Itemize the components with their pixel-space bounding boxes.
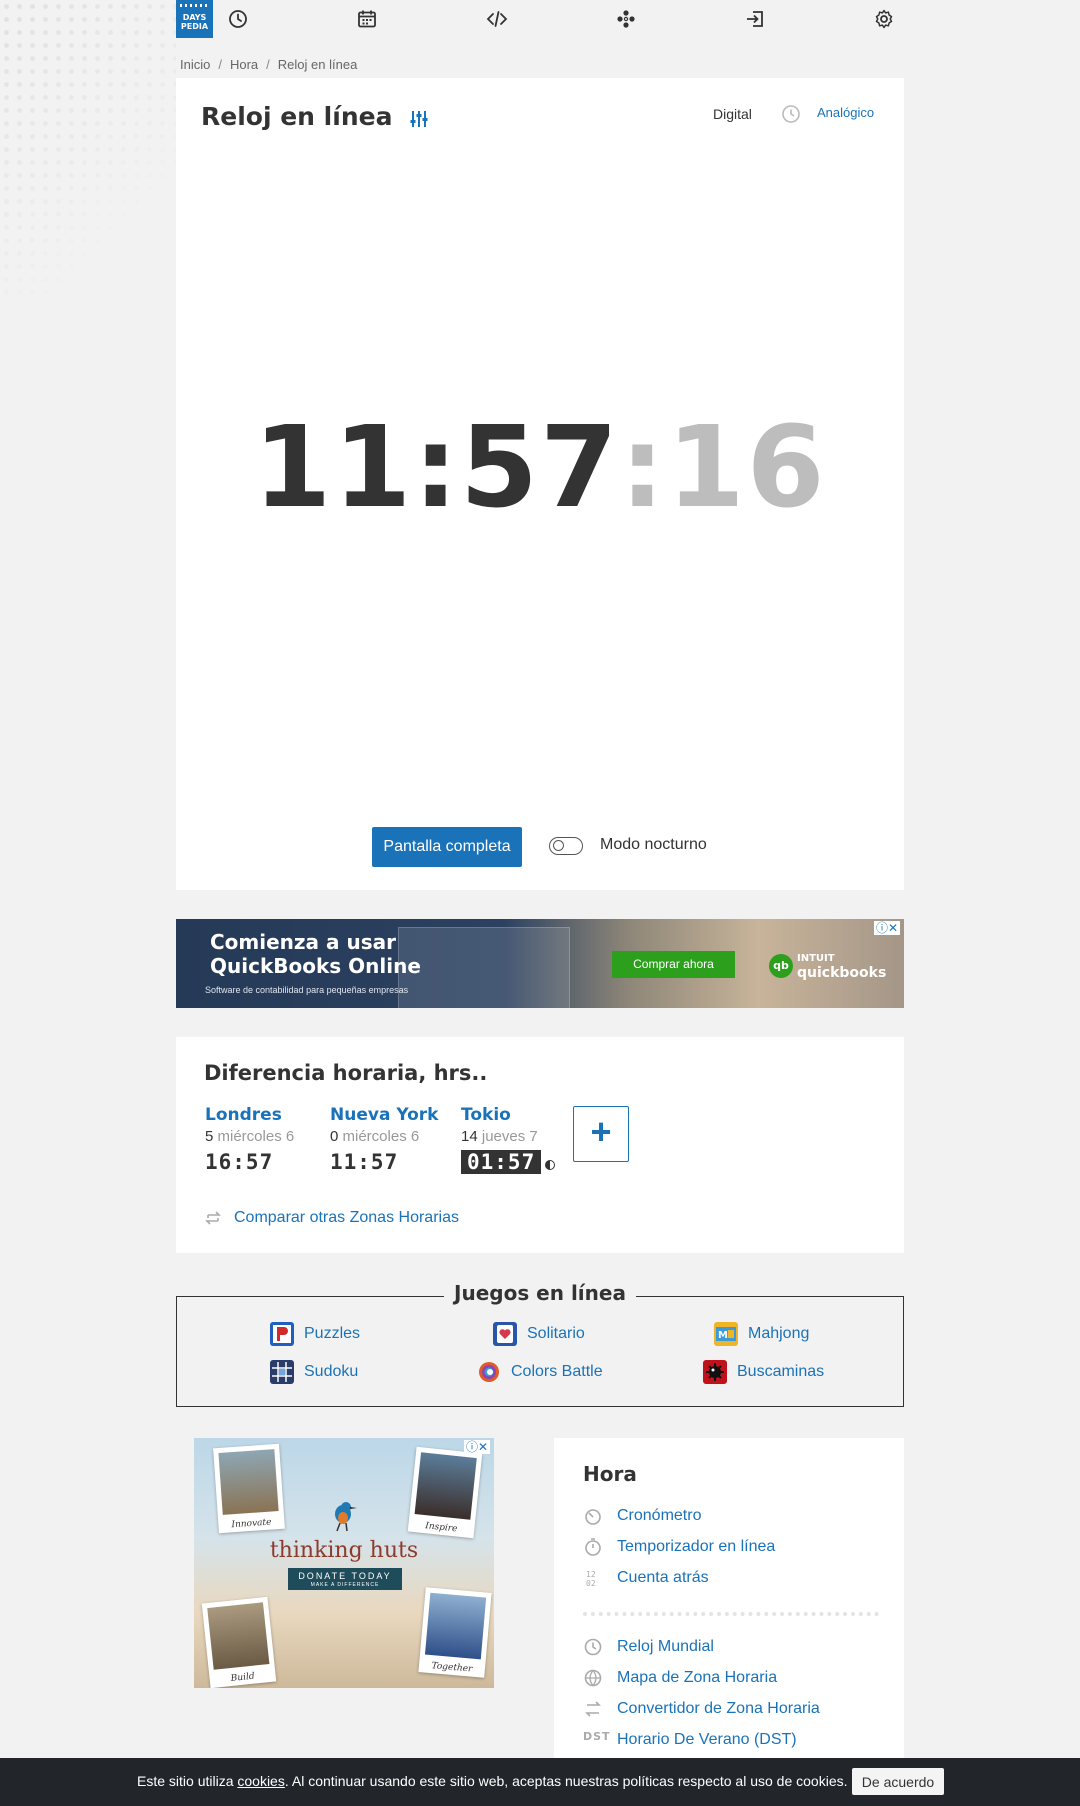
view-analog-tab[interactable]: Analógico bbox=[817, 105, 874, 120]
solitaire-icon bbox=[493, 1322, 517, 1346]
top-nav: DAYS PEDIA bbox=[176, 0, 904, 38]
game-mahjong[interactable]: M Mahjong bbox=[714, 1322, 809, 1346]
ad-headline: Comienza a usar QuickBooks Online bbox=[210, 930, 421, 978]
svg-text:12: 12 bbox=[586, 1570, 596, 1579]
breadcrumb-home[interactable]: Inicio bbox=[180, 57, 210, 72]
svg-text:02: 02 bbox=[586, 1579, 596, 1588]
time-side-menu: Hora Cronómetro Temporizador en línea 12… bbox=[554, 1438, 904, 1758]
clock-icon[interactable] bbox=[227, 8, 249, 30]
ad-banner[interactable]: Comienza a usar QuickBooks Online Softwa… bbox=[176, 919, 904, 1008]
ad-photo-innovate: Innovate bbox=[213, 1443, 285, 1534]
game-colors-battle[interactable]: Colors Battle bbox=[477, 1360, 603, 1384]
countdown-icon: 12 02 bbox=[583, 1568, 603, 1588]
compare-arrows-icon bbox=[204, 1209, 222, 1227]
time-difference-card: Diferencia horaria, hrs.. Londres 5 miér… bbox=[176, 1037, 904, 1253]
cookie-message: Este sitio utiliza cookies. Al continuar… bbox=[137, 1773, 848, 1789]
sudoku-icon bbox=[270, 1360, 294, 1384]
clock-hours-minutes: 11:57 bbox=[253, 403, 620, 533]
side-item-timezone-map[interactable]: Mapa de Zona Horaria bbox=[583, 1668, 777, 1688]
side-item-timezone-converter[interactable]: Convertidor de Zona Horaria bbox=[583, 1699, 820, 1719]
breadcrumb: Inicio / Hora / Reloj en línea bbox=[180, 57, 365, 72]
mahjong-icon: M bbox=[714, 1322, 738, 1346]
svg-text:M: M bbox=[718, 1330, 728, 1341]
breadcrumb-separator: / bbox=[218, 57, 222, 72]
side-item-stopwatch[interactable]: Cronómetro bbox=[583, 1506, 701, 1526]
minesweeper-icon bbox=[703, 1360, 727, 1384]
view-digital-tab[interactable]: Digital bbox=[713, 106, 752, 122]
dst-icon: DST bbox=[583, 1730, 611, 1743]
ad-choices-icon[interactable]: ⓘ✕ bbox=[873, 921, 900, 935]
game-sudoku[interactable]: Sudoku bbox=[270, 1360, 358, 1384]
quickbooks-logo: qb INTUIT quickbooks bbox=[769, 952, 886, 980]
background-dot-pattern bbox=[0, 0, 176, 300]
accept-cookies-button[interactable]: De acuerdo bbox=[852, 1768, 944, 1795]
add-city-button[interactable]: + bbox=[573, 1106, 629, 1162]
timer-icon bbox=[583, 1537, 603, 1557]
side-item-dst[interactable]: DST Horario De Verano (DST) bbox=[583, 1730, 797, 1750]
dayspedia-logo[interactable]: DAYS PEDIA bbox=[176, 0, 213, 38]
side-item-countdown[interactable]: 12 02 Cuenta atrás bbox=[583, 1568, 709, 1588]
breadcrumb-current: Reloj en línea bbox=[277, 57, 358, 72]
night-mode-label: Modo nocturno bbox=[600, 836, 707, 853]
ad-cta-button[interactable]: Comprar ahora bbox=[612, 951, 735, 978]
city-london[interactable]: Londres 5 miércoles 6 16:57 bbox=[205, 1105, 294, 1174]
globe-icon bbox=[583, 1668, 603, 1688]
city-tokyo[interactable]: Tokio 14 jueves 7 01:57 bbox=[461, 1105, 556, 1174]
toggle-knob bbox=[553, 840, 564, 851]
game-solitaire[interactable]: Solitario bbox=[493, 1322, 585, 1346]
game-puzzles[interactable]: Puzzles bbox=[270, 1322, 360, 1346]
ad-dashboard-image bbox=[398, 927, 570, 1008]
clock-seconds: :16 bbox=[619, 403, 827, 533]
side-menu-divider bbox=[583, 1612, 879, 1616]
colors-battle-icon bbox=[477, 1360, 501, 1384]
puzzles-icon bbox=[270, 1322, 294, 1346]
fullscreen-button[interactable]: Pantalla completa bbox=[372, 827, 522, 867]
games-title: Juegos en línea bbox=[177, 1281, 903, 1305]
game-minesweeper[interactable]: Buscaminas bbox=[703, 1360, 824, 1384]
thinking-huts-ad[interactable]: Innovate Inspire Build Together thinking… bbox=[194, 1438, 494, 1688]
compare-timezones-link[interactable]: Comparar otras Zonas Horarias bbox=[204, 1209, 459, 1227]
gear-icon[interactable] bbox=[873, 8, 895, 30]
clock-icon bbox=[583, 1637, 603, 1657]
time-difference-title: Diferencia horaria, hrs.. bbox=[204, 1061, 488, 1085]
games-icon[interactable] bbox=[615, 8, 637, 30]
online-games-box: Juegos en línea Puzzles Solitario M Mahjo… bbox=[176, 1281, 904, 1407]
ad-photo-together: Together bbox=[418, 1587, 492, 1678]
ad-photo-inspire: Inspire bbox=[407, 1446, 483, 1539]
side-menu-title: Hora bbox=[583, 1462, 637, 1486]
cookie-banner: Este sitio utiliza cookies. Al continuar… bbox=[0, 1758, 1080, 1806]
city-new-york[interactable]: Nueva York 0 miércoles 6 11:57 bbox=[330, 1105, 438, 1174]
login-icon[interactable] bbox=[744, 8, 766, 30]
digital-clock-display: 11:57:16 bbox=[176, 408, 904, 528]
night-moon-icon bbox=[545, 1159, 556, 1170]
cookies-link[interactable]: cookies bbox=[237, 1773, 284, 1789]
night-mode-toggle[interactable] bbox=[549, 837, 583, 855]
ad-subtext: Software de contabilidad para pequeñas e… bbox=[205, 985, 409, 995]
code-icon[interactable] bbox=[486, 8, 508, 30]
breadcrumb-separator: / bbox=[266, 57, 270, 72]
ad-brand: thinking huts bbox=[269, 1538, 419, 1563]
page-title: Reloj en línea bbox=[201, 102, 393, 131]
stopwatch-icon bbox=[583, 1506, 603, 1526]
breadcrumb-hora[interactable]: Hora bbox=[230, 57, 258, 72]
side-item-world-clock[interactable]: Reloj Mundial bbox=[583, 1637, 714, 1657]
ad-donate-button[interactable]: DONATE TODAY MAKE A DIFFERENCE bbox=[288, 1568, 402, 1590]
sliders-icon[interactable] bbox=[408, 108, 430, 130]
kingfisher-icon bbox=[328, 1498, 358, 1532]
ad-photo-build: Build bbox=[201, 1596, 277, 1688]
side-item-timer[interactable]: Temporizador en línea bbox=[583, 1537, 775, 1557]
convert-icon bbox=[583, 1699, 603, 1719]
calendar-icon[interactable] bbox=[356, 8, 378, 30]
ad-choices-icon[interactable]: ⓘ✕ bbox=[463, 1440, 490, 1454]
clock-icon bbox=[781, 104, 801, 124]
clock-card: Reloj en línea Digital Analógico 11:57:1… bbox=[176, 78, 904, 890]
